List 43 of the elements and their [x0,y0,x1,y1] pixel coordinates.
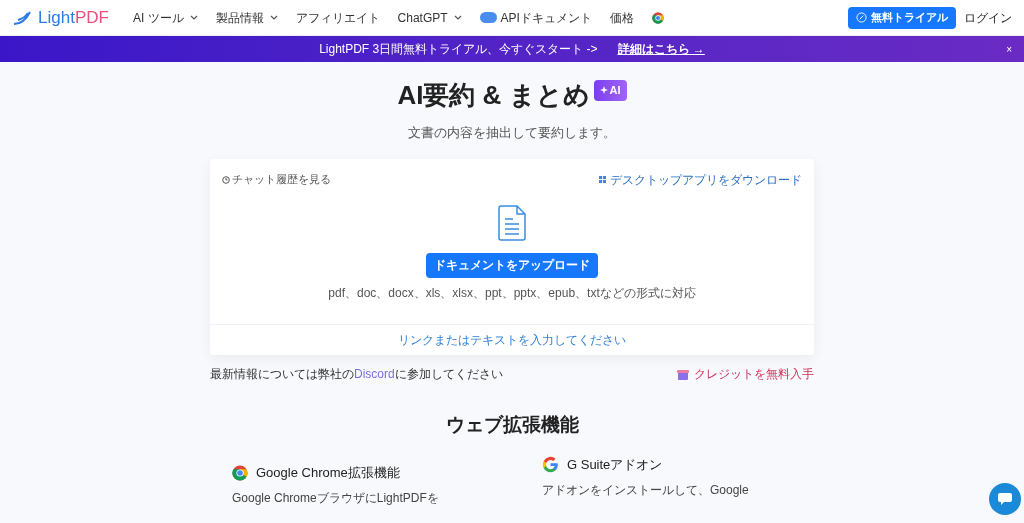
page-subtitle: 文書の内容を抽出して要約します。 [408,124,616,142]
circle-icon [856,12,867,23]
logo-icon [12,9,34,26]
sparkle-icon [599,86,608,95]
page-title: AI要約 & まとめ [397,79,590,112]
nav-item[interactable]: AI ツール [132,8,198,27]
chrome-icon [232,464,248,481]
extension-title[interactable]: Google Chrome拡張機能 [256,463,400,483]
chrome-icon [651,11,664,24]
caret-icon [453,15,462,20]
free-credits-link[interactable]: クレジットを無料入手 [694,364,814,383]
banner-text: LightPDF 3日間無料トライアル、今すぐスタート -> [319,41,598,58]
chrome-link[interactable] [651,11,664,24]
free-trial-button[interactable]: 無料トライアル [848,6,956,29]
nav-item[interactable]: APIドキュメント [479,8,592,27]
nav-item[interactable]: アフィリエイト [295,8,380,27]
google-icon [542,456,559,474]
login-link[interactable]: ログイン [964,8,1012,27]
nav-item[interactable]: ChatGPT [397,8,462,27]
nav-item[interactable]: 製品情報 [215,8,278,27]
extension-description: Google ChromeブラウザにLightPDFを [232,489,440,507]
caret-icon [269,15,278,20]
discord-notice: 最新情報については弊社のDiscordに参加してください [210,365,503,383]
upload-button[interactable]: ドキュメントをアップロード [426,252,598,278]
supported-formats: pdf、doc、docx、xls、xlsx、ppt、pptx、epub、txtなどの形式に対応 [328,284,696,302]
document-icon [498,204,526,241]
chat-history-link[interactable]: チャット履歴を見る [232,171,331,188]
section-title: ウェブ拡張機能 [445,412,579,437]
discord-link[interactable]: Discord [354,366,395,381]
ai-badge: AI [593,80,627,101]
chat-icon [998,493,1012,505]
banner-link[interactable]: 詳細はこちら → [617,40,705,58]
caret-icon [189,15,198,20]
extension-title[interactable]: G Suiteアドオン [567,455,663,475]
logo-text[interactable]: LightPDF [38,9,109,26]
extension-description: アドオンをインストールして、Google [542,481,750,499]
history-icon [222,175,230,184]
desktop-app-link[interactable]: デスクトップアプリをダウンロード [610,170,802,189]
chat-button[interactable] [989,483,1021,515]
close-icon[interactable]: × [1006,41,1012,57]
windows-icon [599,176,606,183]
nav-item[interactable]: 価格 [609,8,634,27]
text-input-link[interactable]: リンクまたはテキストを入力してください [398,330,626,349]
